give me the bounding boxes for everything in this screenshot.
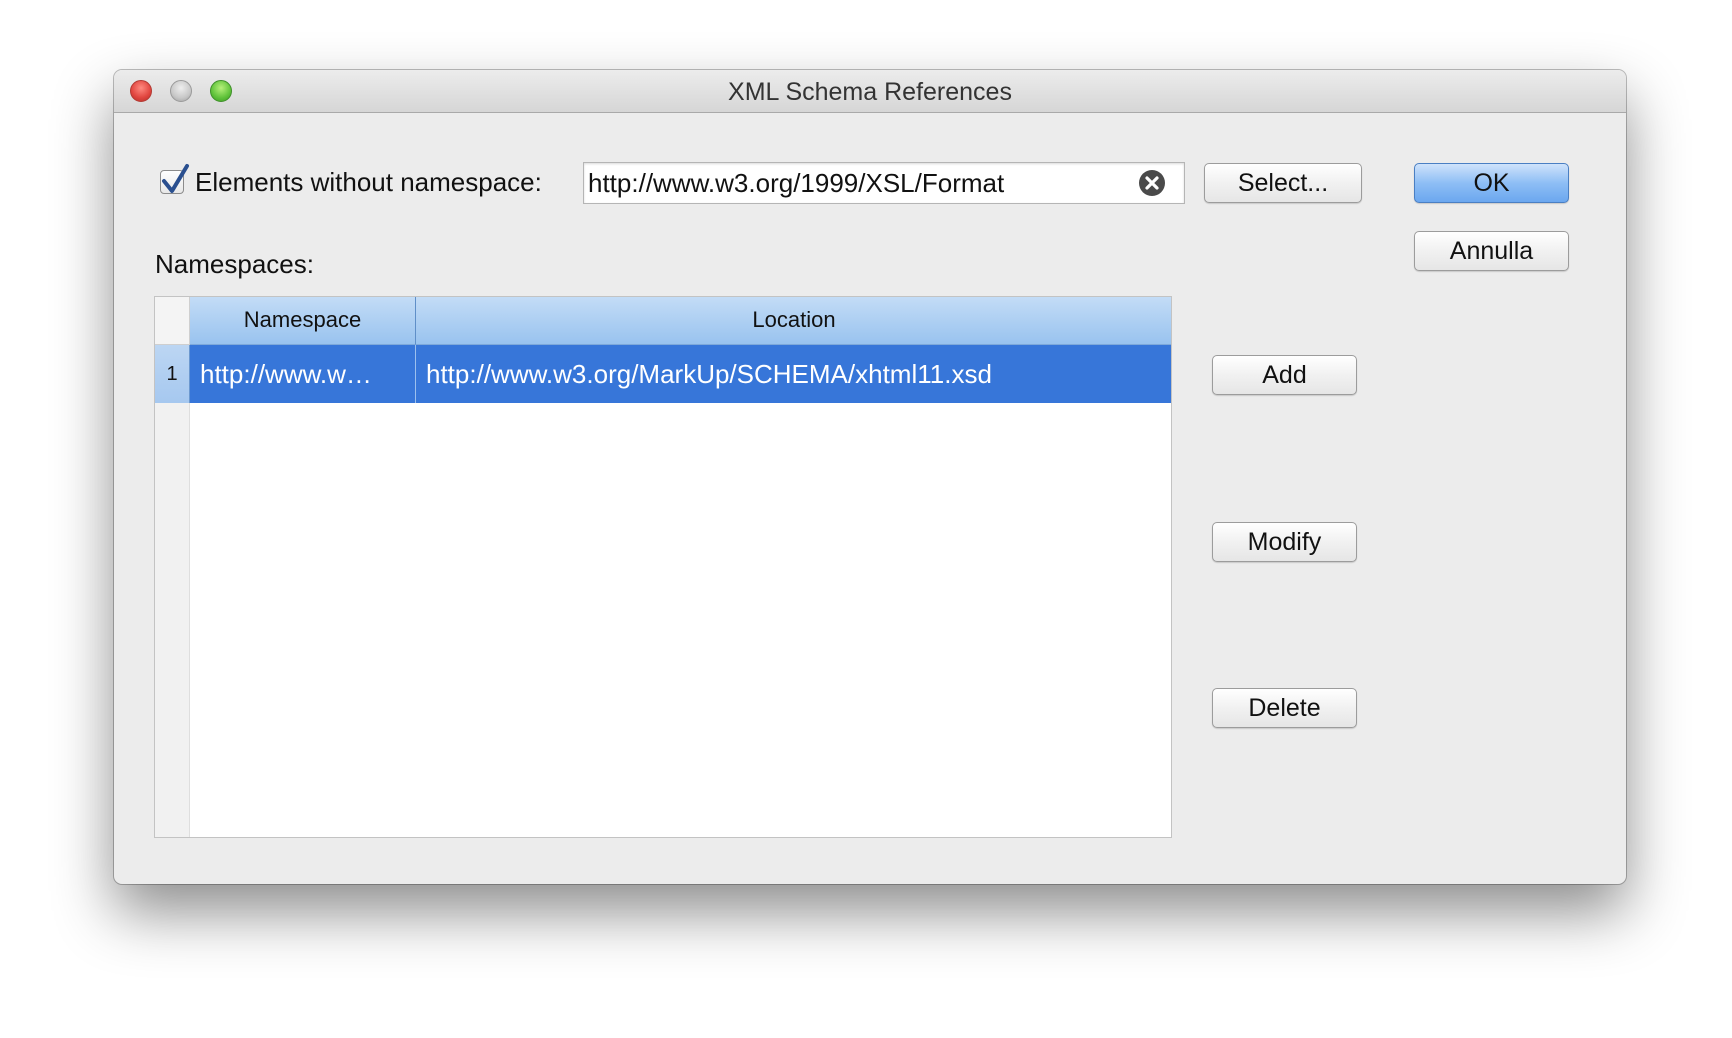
add-button[interactable]: Add	[1212, 355, 1357, 395]
column-header-namespace[interactable]: Namespace	[190, 297, 416, 345]
column-header-location[interactable]: Location	[416, 297, 1171, 345]
elements-without-namespace-label: Elements without namespace:	[195, 167, 542, 197]
no-namespace-location-input[interactable]: http://www.w3.org/1999/XSL/Format	[583, 162, 1185, 204]
window-title: XML Schema References	[728, 78, 1012, 106]
table-cell-location[interactable]: http://www.w3.org/MarkUp/SCHEMA/xhtml11.…	[416, 345, 1171, 403]
dialog-window: XML Schema References Elements without n…	[114, 70, 1626, 884]
cancel-button[interactable]: Annulla	[1414, 231, 1569, 271]
elements-without-namespace-checkbox[interactable]	[160, 164, 189, 194]
namespaces-label: Namespaces:	[155, 249, 314, 279]
table-cell-namespace[interactable]: http://www.w…	[190, 345, 416, 403]
clear-icon[interactable]	[1138, 169, 1166, 197]
table-corner	[155, 297, 190, 345]
namespaces-table[interactable]: Namespace Location 1 http://www.w… http:…	[154, 296, 1172, 838]
ok-button[interactable]: OK	[1414, 163, 1569, 203]
delete-button[interactable]: Delete	[1212, 688, 1357, 728]
no-namespace-location-value: http://www.w3.org/1999/XSL/Format	[588, 168, 1005, 198]
row-number[interactable]: 1	[155, 345, 190, 403]
select-button[interactable]: Select...	[1204, 163, 1362, 203]
checkmark-icon	[162, 164, 189, 193]
title-bar[interactable]: XML Schema References	[114, 70, 1626, 113]
modify-button[interactable]: Modify	[1212, 522, 1357, 562]
